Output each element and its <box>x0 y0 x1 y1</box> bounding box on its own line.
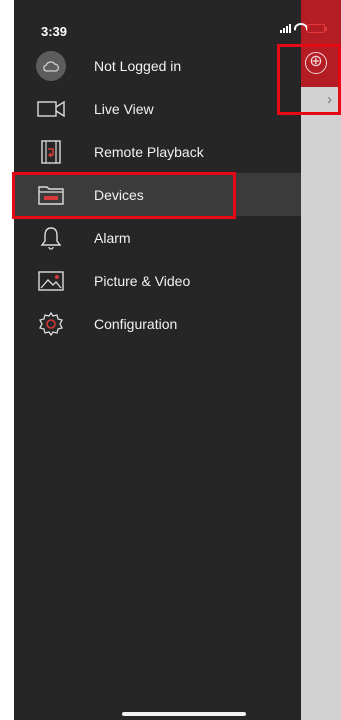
bell-icon <box>36 224 66 252</box>
menu-item-alarm[interactable]: Alarm <box>14 216 301 259</box>
menu-item-account[interactable]: Not Logged in <box>14 44 301 87</box>
status-icons <box>280 20 327 36</box>
picture-icon <box>36 267 66 295</box>
film-playback-icon <box>36 138 66 166</box>
menu-item-picture-video[interactable]: Picture & Video <box>14 259 301 302</box>
menu-item-label: Alarm <box>94 229 131 246</box>
menu-item-label: Picture & Video <box>94 272 191 289</box>
menu-item-remote-playback[interactable]: Remote Playback <box>14 130 301 173</box>
menu-item-label: Remote Playback <box>94 143 204 160</box>
highlight-box-add-button <box>277 44 341 115</box>
menu-item-label: Configuration <box>94 315 178 332</box>
signal-icon <box>280 23 291 33</box>
menu-item-live-view[interactable]: Live View <box>14 87 301 130</box>
gear-icon <box>36 310 66 338</box>
status-time: 3:39 <box>41 24 68 39</box>
highlight-box-devices <box>12 172 236 219</box>
home-indicator[interactable] <box>122 712 246 716</box>
menu-item-label: Live View <box>94 100 154 117</box>
wifi-icon <box>294 23 304 33</box>
video-camera-icon <box>36 95 66 123</box>
menu-item-label: Not Logged in <box>94 57 182 74</box>
battery-icon <box>307 23 327 33</box>
cloud-icon <box>36 50 66 81</box>
menu-item-configuration[interactable]: Configuration <box>14 302 301 345</box>
